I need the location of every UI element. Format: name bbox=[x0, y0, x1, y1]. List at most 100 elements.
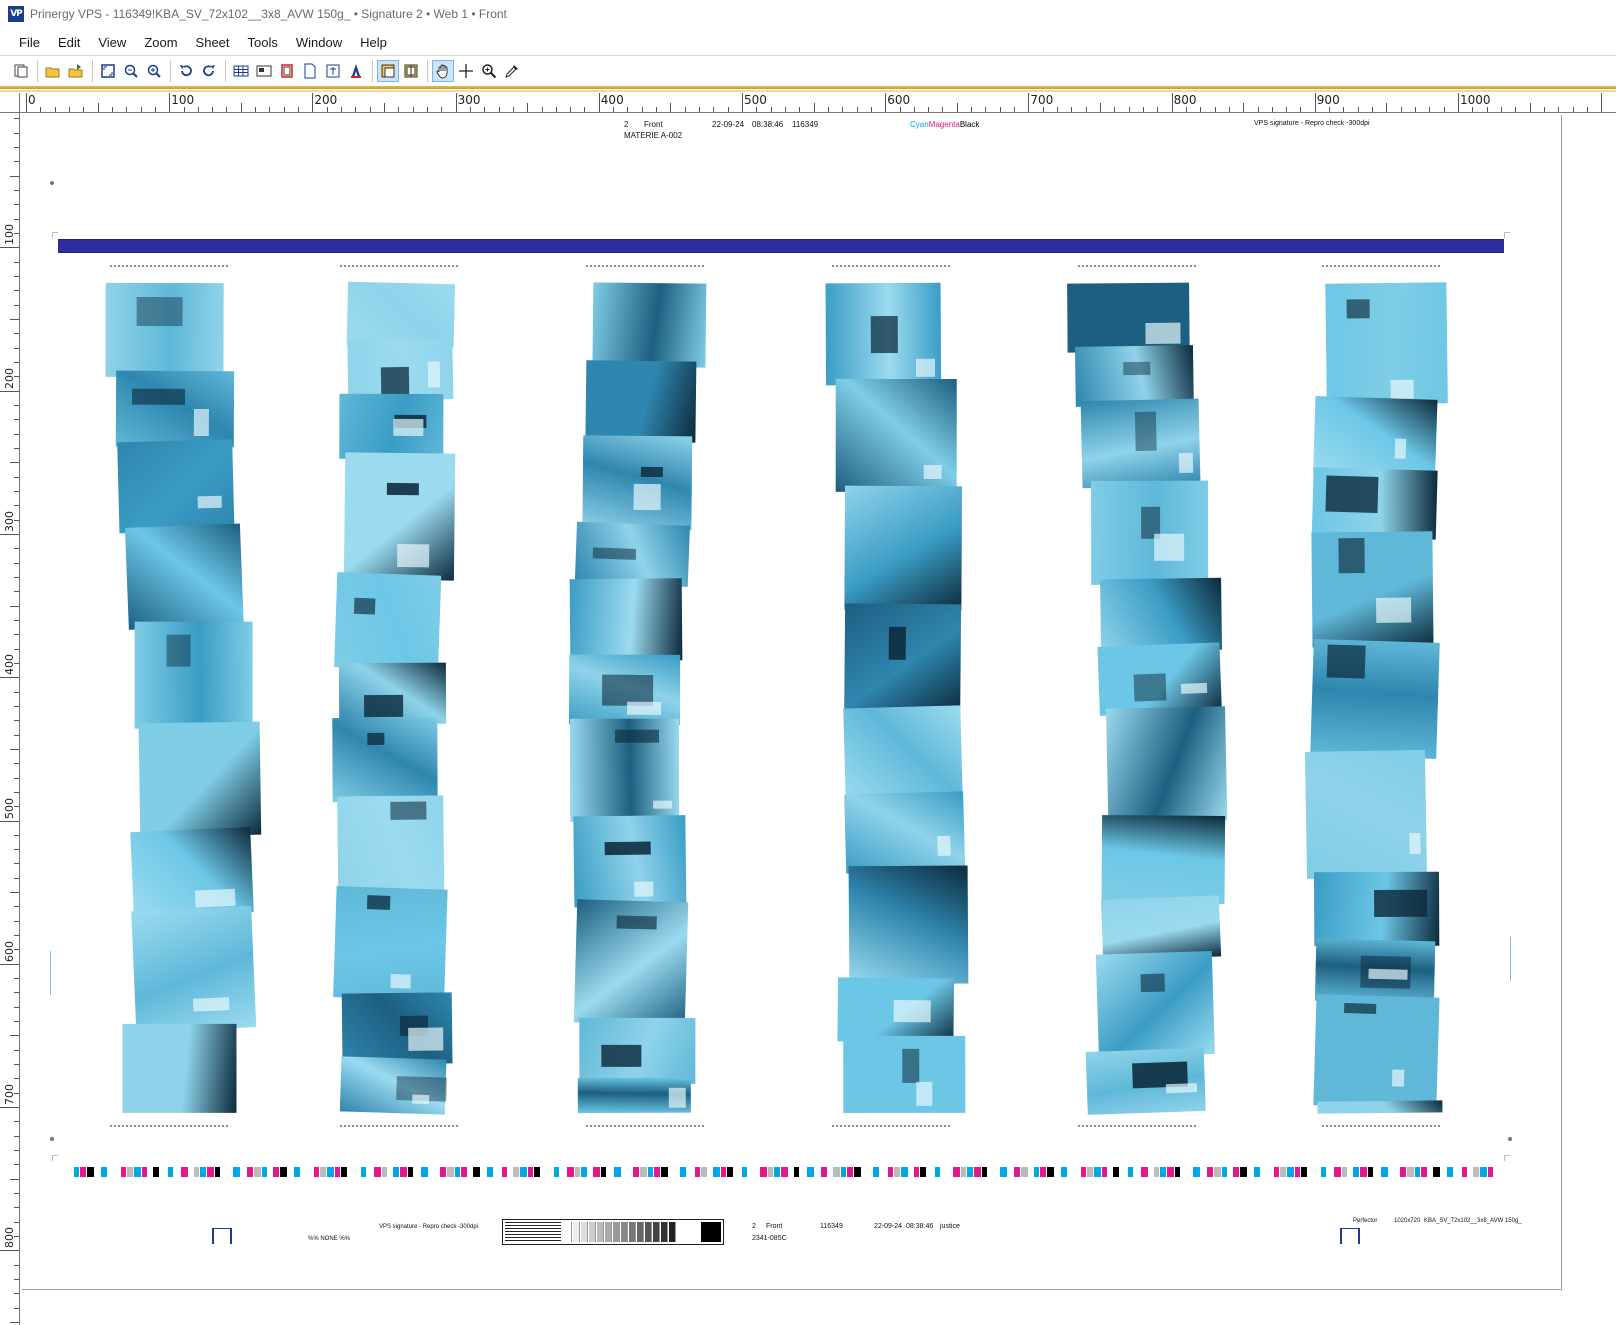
control-strip-solid bbox=[701, 1222, 721, 1242]
text-color-button[interactable] bbox=[345, 60, 367, 82]
menu-sheet[interactable]: Sheet bbox=[187, 33, 239, 52]
color-bar-patch bbox=[1207, 1167, 1213, 1177]
page-image-tile bbox=[573, 899, 689, 1026]
ruler-tick bbox=[14, 204, 19, 206]
ruler-tick bbox=[14, 935, 19, 937]
toolbar-separator bbox=[92, 59, 93, 82]
photo-highlight-shape bbox=[924, 464, 942, 480]
ruler-tick bbox=[1214, 107, 1216, 112]
imposed-page-strip[interactable] bbox=[825, 282, 969, 1114]
open-folder-button[interactable] bbox=[42, 60, 64, 82]
ruler-tick bbox=[1271, 107, 1273, 112]
color-bar-patch bbox=[1240, 1167, 1247, 1177]
menu-file[interactable]: File bbox=[10, 33, 49, 52]
crop-mark bbox=[1504, 232, 1505, 238]
ruler-tick bbox=[1071, 107, 1073, 112]
color-bar-patch bbox=[254, 1167, 261, 1177]
ruler-tick bbox=[83, 107, 85, 112]
photo-highlight-shape bbox=[393, 418, 424, 436]
layout-view-button[interactable] bbox=[253, 60, 275, 82]
ruler-label: 400 bbox=[3, 654, 16, 676]
imposed-page-strip[interactable] bbox=[104, 282, 262, 1114]
ruler-tick bbox=[14, 1279, 19, 1281]
magenta-patch-label: M bbox=[320, 121, 330, 132]
imposed-page-strip[interactable] bbox=[1067, 282, 1228, 1115]
zoom-in-button[interactable] bbox=[143, 60, 165, 82]
fit-page-button[interactable] bbox=[97, 60, 119, 82]
rotate-right-button[interactable] bbox=[198, 60, 220, 82]
copy-sheet-button[interactable] bbox=[10, 60, 32, 82]
open-folder-arrow-button[interactable] bbox=[65, 60, 87, 82]
ruler-tick bbox=[641, 107, 643, 112]
zoom-out-button[interactable] bbox=[120, 60, 142, 82]
page-image-tile bbox=[1090, 480, 1209, 585]
menu-tools[interactable]: Tools bbox=[239, 33, 287, 52]
color-bar-patch bbox=[513, 1167, 519, 1177]
menu-window[interactable]: Window bbox=[287, 33, 351, 52]
ruler-tick bbox=[1142, 107, 1144, 112]
page-image-tile bbox=[1074, 345, 1194, 407]
separation-button[interactable] bbox=[276, 60, 298, 82]
hand-pan-button[interactable] bbox=[432, 59, 454, 82]
photo-detail-shape bbox=[1134, 673, 1167, 702]
horizontal-ruler[interactable]: 0 100 200 300 400 500 600 700 800 900 1000 bbox=[20, 93, 1616, 113]
page-button[interactable] bbox=[299, 60, 321, 82]
page-image-tile bbox=[835, 378, 957, 492]
ruler-tick bbox=[369, 107, 371, 112]
menu-help[interactable]: Help bbox=[351, 33, 396, 52]
imposed-page-strip[interactable] bbox=[332, 281, 457, 1115]
color-bar-patch bbox=[1128, 1167, 1133, 1177]
menu-edit[interactable]: Edit bbox=[49, 33, 89, 52]
page-image-tile bbox=[1313, 994, 1440, 1109]
rotate-left-button[interactable] bbox=[175, 60, 197, 82]
photo-highlight-shape bbox=[411, 1094, 430, 1105]
header-time: 08:38:46 bbox=[752, 120, 784, 129]
color-bar-patch bbox=[1454, 1167, 1461, 1177]
ruler-tick bbox=[956, 103, 958, 112]
crosshair-button[interactable] bbox=[455, 60, 477, 82]
imposed-page-strip[interactable] bbox=[568, 282, 708, 1114]
menu-view[interactable]: View bbox=[89, 33, 135, 52]
ruler-tick bbox=[0, 533, 19, 535]
ruler-tick bbox=[1057, 107, 1059, 112]
ruler-tick bbox=[1343, 107, 1345, 112]
select-frame-button[interactable] bbox=[377, 59, 399, 82]
photo-detail-shape bbox=[1325, 475, 1379, 514]
open-folder-icon bbox=[45, 67, 60, 77]
ruler-tick bbox=[10, 1178, 19, 1180]
press-sheet-canvas[interactable]: K C M 2 Front MATERIE A-002 22-09-24 08:… bbox=[22, 115, 1594, 1323]
grid-view-button[interactable] bbox=[230, 60, 252, 82]
color-bar-patch bbox=[487, 1167, 493, 1177]
page-image-tile bbox=[125, 523, 244, 630]
ruler-tick bbox=[14, 734, 19, 736]
kodak-control-strip bbox=[502, 1219, 724, 1245]
footer-operator: justice bbox=[940, 1223, 960, 1230]
menu-zoom[interactable]: Zoom bbox=[135, 33, 186, 52]
eyedropper-button[interactable] bbox=[501, 60, 523, 82]
signature-button[interactable] bbox=[322, 60, 344, 82]
ruler-tick bbox=[1601, 93, 1603, 112]
color-bar-patch bbox=[1047, 1167, 1054, 1177]
ruler-tick bbox=[742, 93, 743, 112]
color-bar-patch bbox=[721, 1167, 726, 1177]
color-bar-patch bbox=[880, 1167, 887, 1177]
hand-pan-icon bbox=[436, 64, 448, 78]
imposed-page-strip[interactable] bbox=[1304, 282, 1448, 1114]
color-bar-patch bbox=[353, 1167, 360, 1177]
photo-highlight-shape bbox=[408, 1027, 444, 1052]
ruler-tick bbox=[684, 107, 686, 112]
zoom-tool-button[interactable] bbox=[478, 60, 500, 82]
footer-vps-signature: VPS signature - Repro check -300dpi bbox=[379, 1224, 479, 1230]
ruler-tick bbox=[1472, 107, 1474, 112]
page-image-tile bbox=[1304, 749, 1427, 879]
ruler-tick bbox=[298, 107, 300, 112]
ruler-tick bbox=[1372, 107, 1374, 112]
ruler-tick bbox=[10, 462, 19, 464]
select-split-button[interactable] bbox=[400, 60, 422, 82]
ruler-corner[interactable] bbox=[0, 93, 20, 113]
vertical-ruler[interactable]: 100 200 300 400 500 600 700 800 bbox=[0, 113, 20, 1325]
color-bar-patch bbox=[614, 1167, 621, 1177]
control-strip-patch bbox=[613, 1222, 620, 1242]
fold-gripper-mark bbox=[1340, 1228, 1360, 1244]
ruler-tick bbox=[426, 107, 428, 112]
